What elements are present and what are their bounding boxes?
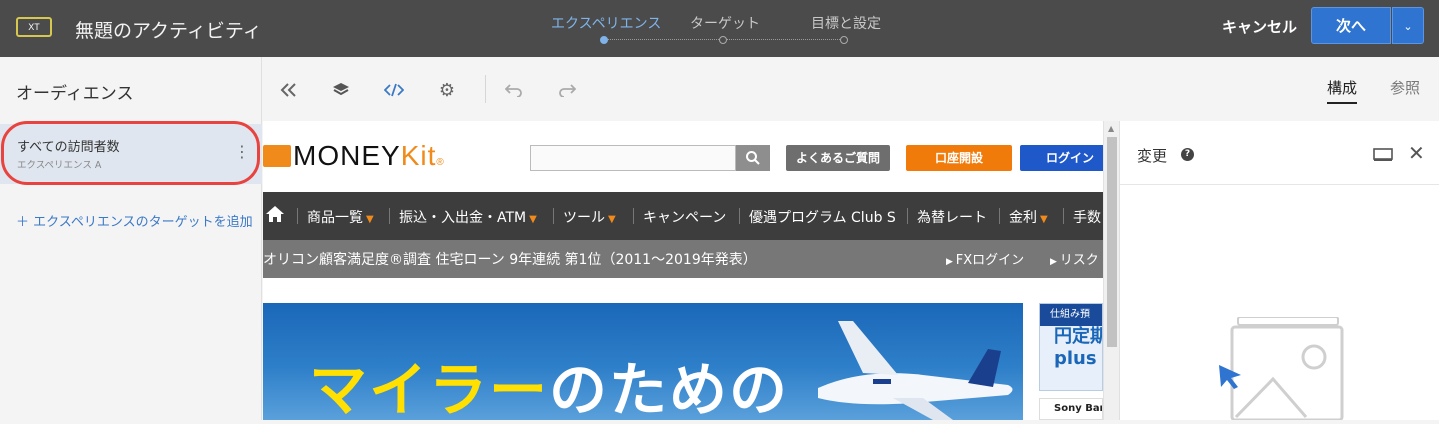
close-icon[interactable]: ✕: [1408, 141, 1425, 165]
audience-panel-title: オーディエンス: [16, 84, 134, 104]
hero-headline: マイラーのための: [309, 358, 790, 420]
step-goals[interactable]: 目標と設定: [811, 13, 881, 33]
airplane-image: [818, 321, 1013, 420]
tab-structure[interactable]: 構成: [1327, 77, 1358, 104]
nav-item-fees[interactable]: 手数: [1073, 207, 1101, 227]
nav-item-transfer[interactable]: 振込・入出金・ATM ▼: [399, 207, 537, 227]
side-banner-subtitle: plus: [1054, 348, 1097, 369]
moneykit-logo[interactable]: MONEYKit®: [293, 140, 445, 172]
nav-item-club-s[interactable]: 優遇プログラム Club S: [749, 207, 896, 227]
moneykit-logo-mark: [263, 145, 291, 167]
toolbar-divider: [485, 75, 486, 103]
scroll-thumb[interactable]: [1107, 137, 1117, 347]
site-nav: 商品一覧 ▼ 振込・入出金・ATM ▼ ツール ▼ キャンペーン 優遇プログラム Cl…: [263, 192, 1103, 240]
help-icon[interactable]: ?: [1181, 148, 1194, 161]
nav-item-exchange-rate[interactable]: 為替レート: [917, 207, 987, 227]
login-button[interactable]: ログイン: [1020, 145, 1103, 171]
nav-item-interest[interactable]: 金利 ▼: [1009, 207, 1048, 227]
editor-toolbar: ⚙ 構成 参照: [263, 57, 1439, 121]
fx-login-link[interactable]: ▶ FXログイン: [946, 249, 1024, 268]
tab-browse[interactable]: 参照: [1390, 77, 1420, 98]
step-dot-target[interactable]: [719, 36, 727, 44]
risk-link[interactable]: ▶ リスク: [1050, 249, 1099, 268]
nav-divider: [907, 208, 908, 224]
code-icon[interactable]: [383, 79, 405, 101]
side-banner-sony-bank[interactable]: Sony Ban: [1039, 398, 1103, 420]
nav-divider: [1063, 208, 1064, 224]
side-banner-heading: 仕組み預: [1040, 304, 1102, 326]
highlight-annotation: [1, 121, 260, 185]
news-headline[interactable]: オリコン顧客満足度®調査 住宅ローン 9年連続 第1位（2011～2019年発表…: [263, 249, 757, 269]
top-bar: XT 無題のアクティビティ エクスペリエンス ターゲット 目標と設定 キャンセル…: [0, 0, 1439, 57]
search-icon[interactable]: [736, 145, 770, 171]
step-connector: [727, 39, 840, 40]
audience-panel: オーディエンス すべての訪問者数 エクスペリエンス A ⋮ ＋ エクスペリエンス…: [0, 57, 262, 420]
activity-title[interactable]: 無題のアクティビティ: [75, 16, 262, 43]
preview-scrollbar[interactable]: ▲: [1103, 121, 1119, 420]
nav-divider: [739, 208, 740, 224]
chevron-down-icon: ⌄: [1403, 20, 1413, 33]
redo-icon[interactable]: [556, 79, 578, 101]
changes-panel-header: 変更 ? ✕: [1120, 121, 1439, 185]
next-button[interactable]: 次へ: [1311, 7, 1391, 44]
home-icon[interactable]: [265, 205, 285, 227]
nav-divider: [999, 208, 1000, 224]
faq-button[interactable]: よくあるご質問: [786, 145, 890, 171]
activity-type-badge: XT: [16, 17, 52, 37]
step-connector: [608, 39, 719, 40]
nav-divider: [389, 208, 390, 224]
nav-item-tools[interactable]: ツール ▼: [563, 207, 616, 227]
step-dot-experience[interactable]: [600, 36, 608, 44]
nav-divider: [633, 208, 634, 224]
step-dot-goals[interactable]: [840, 36, 848, 44]
side-banner-title: 円定期: [1054, 326, 1103, 347]
screen-icon[interactable]: [1373, 147, 1393, 166]
nav-divider: [553, 208, 554, 224]
scroll-up-icon[interactable]: ▲: [1108, 124, 1114, 133]
image-placeholder-icon: [1218, 316, 1348, 424]
page-preview[interactable]: MONEYKit® よくあるご質問 口座開設 ログイン 商品一覧 ▼ 振込・入出金…: [263, 121, 1103, 420]
collapse-left-icon[interactable]: [278, 79, 300, 101]
cancel-button[interactable]: キャンセル: [1222, 16, 1297, 37]
site-search-input[interactable]: [530, 145, 736, 171]
side-banner-deposit[interactable]: 仕組み預 円定期 plus: [1039, 303, 1103, 391]
changes-panel-title: 変更: [1137, 147, 1168, 165]
nav-item-campaign[interactable]: キャンペーン: [643, 207, 726, 227]
hero-banner[interactable]: マイラーのための: [263, 303, 1023, 420]
undo-icon[interactable]: [503, 79, 525, 101]
gear-icon[interactable]: ⚙: [436, 79, 458, 101]
layers-icon[interactable]: [330, 79, 352, 101]
nav-divider: [297, 208, 298, 224]
open-account-button[interactable]: 口座開設: [906, 145, 1012, 171]
next-dropdown-button[interactable]: ⌄: [1392, 7, 1424, 44]
add-experience-target-link[interactable]: ＋ エクスペリエンスのターゲットを追加: [16, 211, 253, 230]
step-experience[interactable]: エクスペリエンス: [551, 13, 661, 33]
step-target[interactable]: ターゲット: [690, 13, 760, 33]
changes-panel: 変更 ? ✕: [1119, 121, 1439, 422]
news-bar: オリコン顧客満足度®調査 住宅ローン 9年連続 第1位（2011～2019年発表…: [263, 240, 1103, 278]
nav-item-products[interactable]: 商品一覧 ▼: [307, 207, 374, 227]
